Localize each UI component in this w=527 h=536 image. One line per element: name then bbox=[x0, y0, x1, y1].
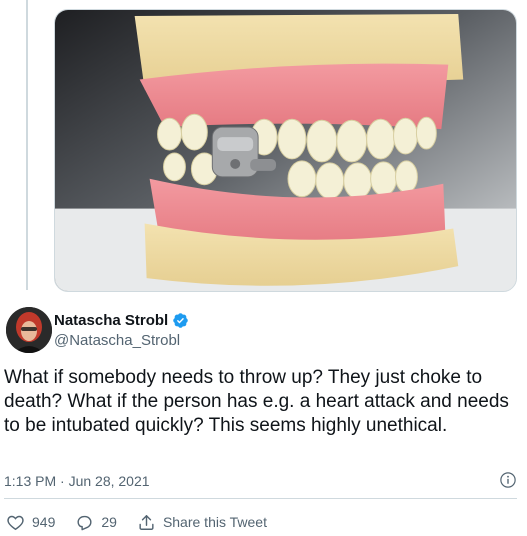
thread-line bbox=[26, 0, 28, 290]
tweet-text: What if somebody needs to throw up? They… bbox=[4, 367, 509, 436]
reply-count: 29 bbox=[101, 514, 117, 530]
heart-icon bbox=[7, 515, 24, 530]
info-icon[interactable] bbox=[499, 471, 517, 492]
author-handle[interactable]: @Natascha_Strobl bbox=[54, 332, 189, 349]
share-button[interactable]: Share this Tweet bbox=[137, 513, 267, 532]
like-count: 949 bbox=[32, 514, 56, 530]
tweet-actions: 949 29 Share this Tweet bbox=[6, 511, 287, 533]
display-name[interactable]: Natascha Strobl bbox=[54, 312, 168, 329]
share-label: Share this Tweet bbox=[162, 514, 267, 530]
denture-photo bbox=[55, 10, 516, 291]
reply-button[interactable]: 29 bbox=[75, 513, 117, 532]
share-icon bbox=[139, 514, 154, 530]
tweet-author[interactable]: Natascha Strobl @Natascha_Strobl bbox=[6, 307, 515, 357]
author-names: Natascha Strobl @Natascha_Strobl bbox=[54, 312, 189, 349]
tweet-timestamp[interactable]: 1:13 PM · Jun 28, 2021 bbox=[4, 473, 150, 489]
tweet-meta: 1:13 PM · Jun 28, 2021 bbox=[4, 471, 517, 491]
reply-icon bbox=[77, 515, 92, 530]
like-button[interactable]: 949 bbox=[6, 513, 55, 532]
divider bbox=[4, 498, 517, 499]
verified-badge-icon bbox=[172, 312, 189, 329]
tweet-photo[interactable] bbox=[54, 9, 517, 292]
avatar[interactable] bbox=[6, 307, 52, 353]
avatar-image bbox=[6, 307, 52, 353]
